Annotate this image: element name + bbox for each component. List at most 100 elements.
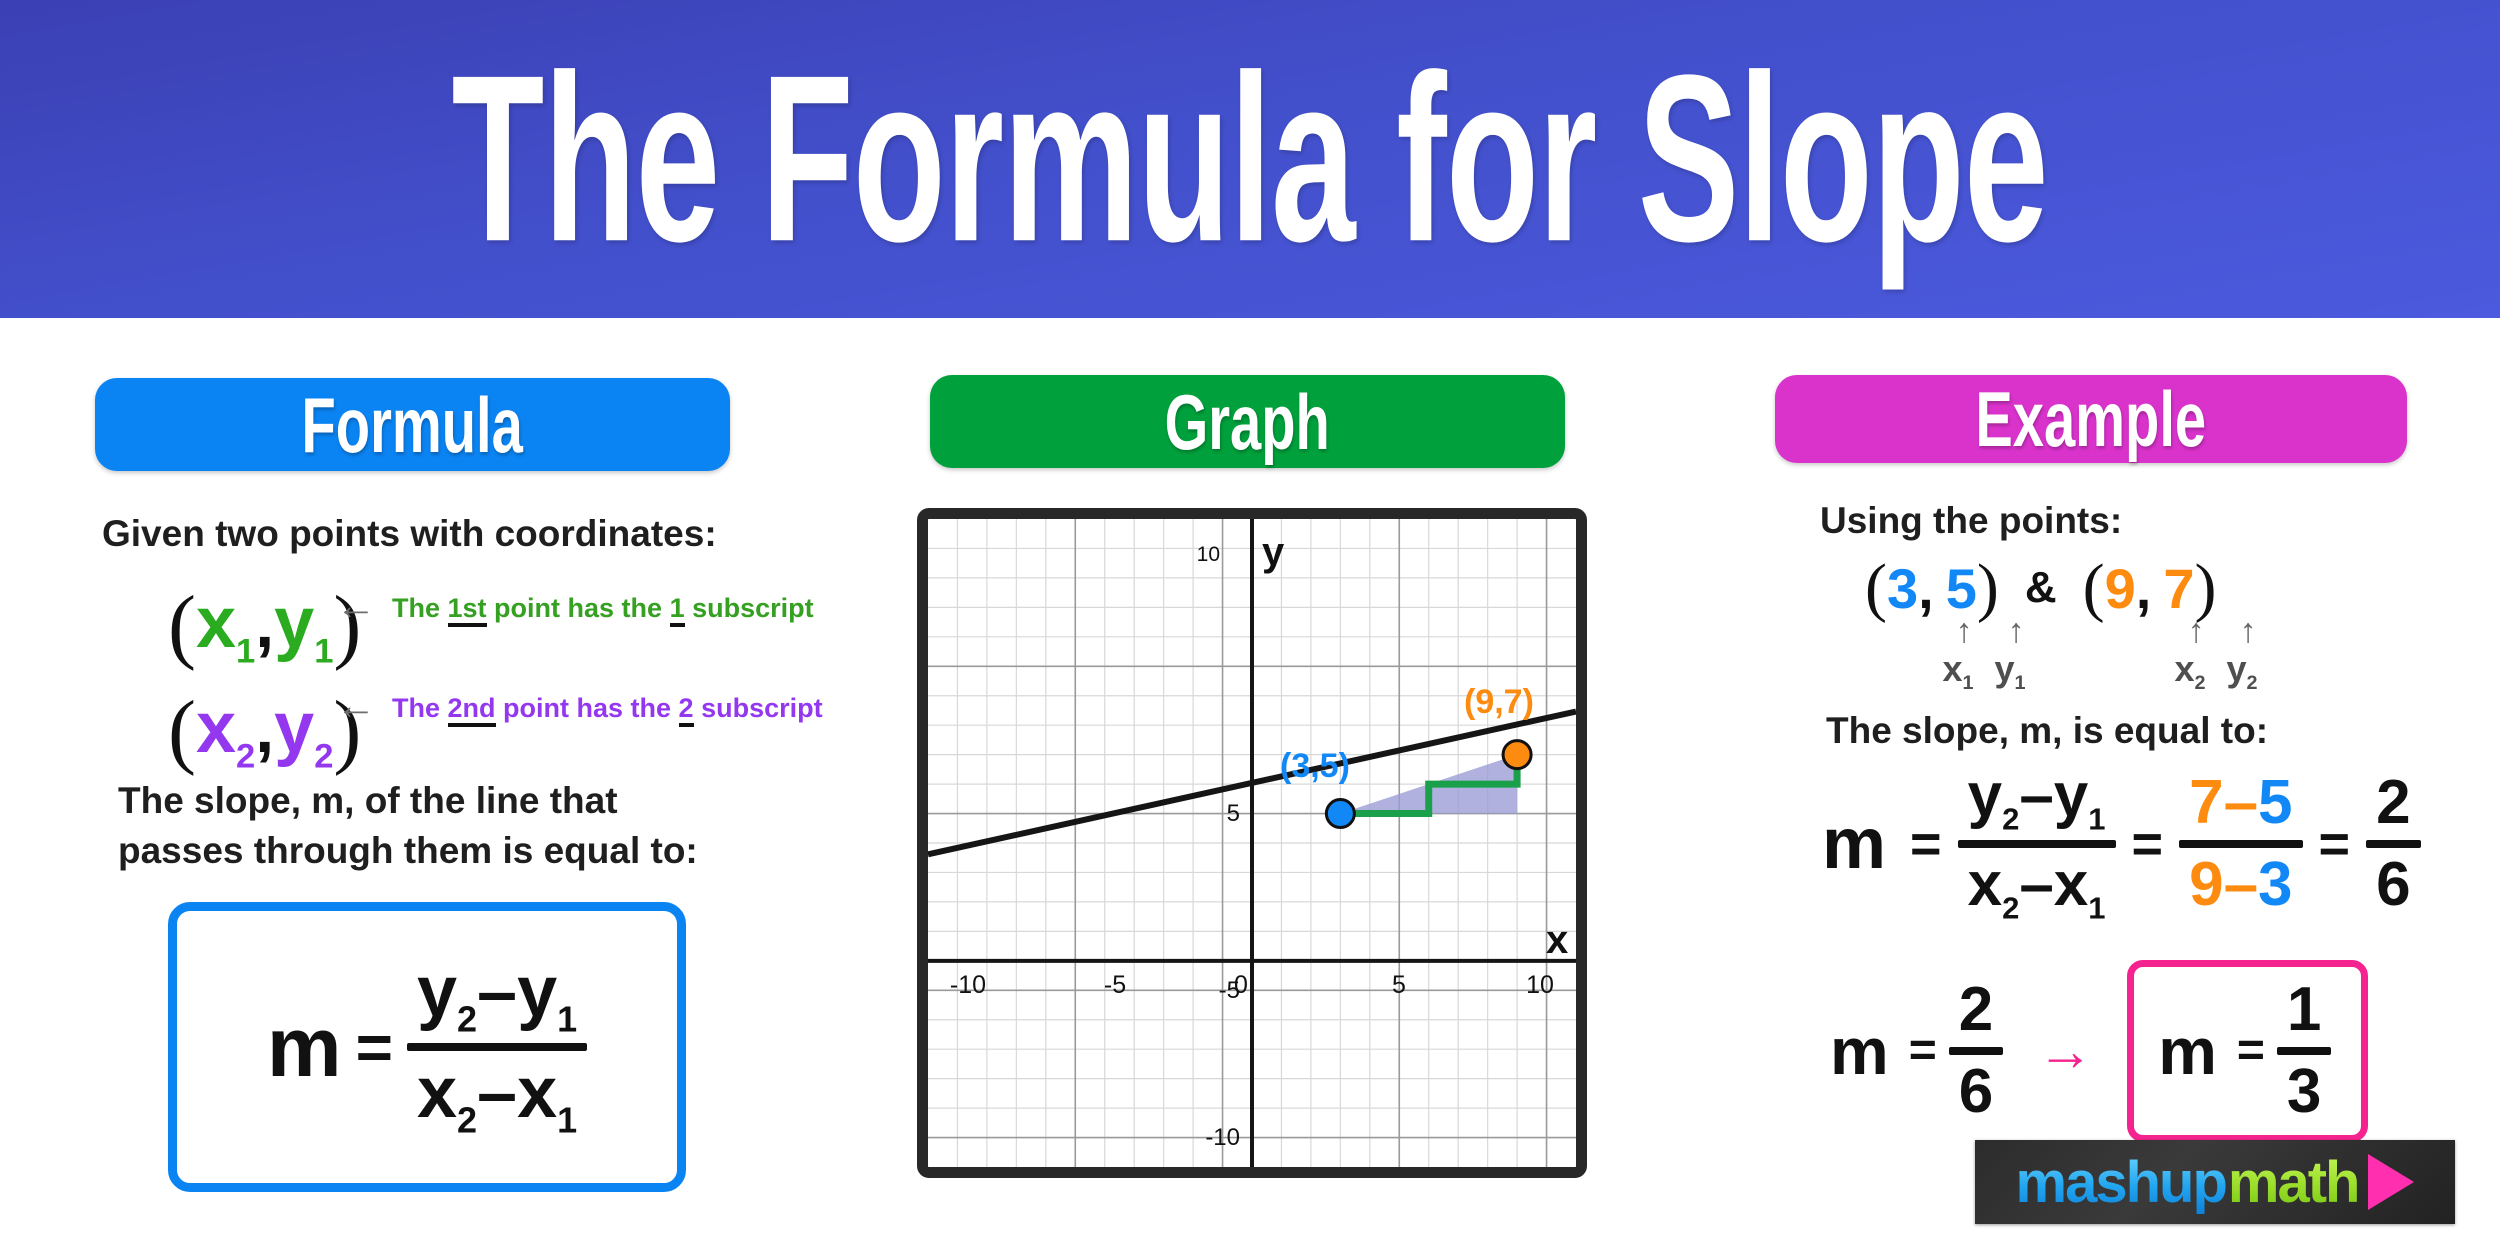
right-arrow-icon: →: [2037, 1019, 2094, 1082]
final-answer-box: m = 1 3: [2127, 960, 2369, 1142]
point-label-a: (3,5): [1280, 747, 1350, 785]
using-points-label: Using the points:: [1820, 500, 2123, 541]
label-y2: y2: [2226, 648, 2258, 695]
reduced-denominator: 6: [2376, 850, 2411, 920]
variable-y2: y2: [274, 688, 334, 776]
up-arrow-icon-x2: ↑: [2187, 612, 2205, 650]
mashup-math-logo[interactable]: mashup math: [1975, 1140, 2455, 1224]
variable-x1: x1: [195, 583, 256, 671]
final-left-equation: m = 2 6: [1830, 975, 2004, 1126]
label-x1: x1: [1942, 648, 1974, 695]
final-lhs: m: [1830, 1014, 1889, 1088]
up-arrow-icon-x1: ↑: [1955, 612, 1973, 650]
coordinate-pair-1: (x1,y1): [168, 578, 361, 669]
left-arrow-icon: ←: [336, 584, 376, 628]
fraction-bar: [1957, 840, 2116, 849]
section-header-graph: Graph: [930, 375, 1565, 468]
x-tick-neg5: -5: [1104, 971, 1126, 999]
fraction-bar: [2276, 1047, 2332, 1055]
x-tick-neg10: -10: [950, 971, 986, 999]
logo-text-math: math: [2227, 1149, 2361, 1215]
symbolic-denominator: x2–x1: [1967, 850, 2106, 926]
final-numerator: 2: [1958, 975, 1994, 1044]
example-main-equation: m = y2–y1 x2–x1 = 7–5 9–3 = 2 6: [1822, 765, 2421, 924]
variable-x2: x2: [195, 688, 256, 776]
up-arrow-icon-y2: ↑: [2239, 612, 2257, 650]
slope-description-line-1: The slope, m, of the line that: [118, 780, 618, 821]
left-arrow-icon: ←: [336, 684, 376, 728]
section-header-formula: Formula: [95, 378, 730, 471]
equals-sign-3: =: [2318, 814, 2351, 875]
fraction-bar: [1948, 1047, 2004, 1055]
answer-denominator: 3: [2286, 1057, 2322, 1126]
x-tick-5: 5: [1392, 971, 1406, 999]
variable-labels-point-1: x1 y1: [1932, 648, 2036, 695]
up-arrows-point-2: ↑ ↑: [2170, 612, 2274, 651]
ampersand: &: [2024, 563, 2057, 612]
numeric-denominator: 9–3: [2189, 850, 2293, 920]
given-points-label: Given two points with coordinates:: [102, 513, 717, 554]
coordinate-graph: 10 5 -5 -10 -10 -5 0 5 10 y x (3,5) (9,7…: [917, 508, 1587, 1178]
point-marker-b: [1501, 739, 1533, 771]
paren-open-2: (: [2082, 551, 2105, 624]
x-tick-0: 0: [1234, 971, 1248, 999]
answer-numerator: 1: [2286, 975, 2322, 1044]
section-header-example-label: Example: [1975, 375, 2207, 463]
subscript-note-1-text: The 1st point has the 1 subscript: [392, 592, 814, 627]
comma: ,: [255, 586, 275, 662]
y-tick-10: 10: [1197, 543, 1220, 566]
fraction-bar: [2179, 840, 2303, 849]
up-arrows-point-1: ↑ ↑: [1938, 612, 2042, 651]
section-header-example: Example: [1775, 375, 2407, 463]
paren-open: (: [168, 579, 196, 672]
variable-y1: y1: [274, 583, 334, 671]
label-x2: x2: [2174, 648, 2206, 695]
slope-formula-equation: m = y2–y1 x2–x1: [266, 956, 588, 1141]
answer-fraction: 1 3: [2276, 975, 2332, 1126]
variable-labels-point-2: x2 y2: [2164, 648, 2268, 695]
slope-description-line-2: passes through them is equal to:: [118, 830, 698, 871]
numeric-fraction: 7–5 9–3: [2179, 768, 2303, 920]
section-header-graph-label: Graph: [1164, 377, 1331, 466]
comma: ,: [255, 691, 275, 767]
final-fraction: 2 6: [1948, 975, 2004, 1126]
y-axis-label: y: [1262, 530, 1285, 574]
reduced-fraction: 2 6: [2366, 768, 2421, 920]
slope-formula-box: m = y2–y1 x2–x1: [168, 902, 686, 1192]
up-arrow-icon-y1: ↑: [2007, 612, 2025, 650]
final-answer-row: m = 2 6 → m = 1 3: [1830, 960, 2369, 1142]
final-denominator: 6: [1958, 1057, 1994, 1126]
symbolic-fraction: y2–y1 x2–x1: [1957, 761, 2116, 926]
symbolic-numerator: y2–y1: [1967, 761, 2106, 837]
paren-open: (: [168, 684, 196, 777]
header-banner: The Formula for Slope: [0, 0, 2500, 318]
formula-lhs: m: [266, 1000, 342, 1094]
graph-svg: 10 5 -5 -10 -10 -5 0 5 10 y x (3,5) (9,7…: [928, 519, 1576, 1167]
formula-denominator: x2–x1: [416, 1053, 578, 1141]
numeric-numerator: 7–5: [2189, 768, 2293, 838]
play-triangle-icon: [2368, 1154, 2415, 1210]
equals-sign: =: [1908, 1024, 1937, 1077]
answer-lhs: m: [2158, 1014, 2217, 1088]
subscript-note-2-text: The 2nd point has the 2 subscript: [392, 692, 823, 727]
subscript-note-1: ← The 1st point has the 1 subscript: [336, 584, 814, 628]
coordinate-pair-2: (x2,y2): [168, 683, 361, 774]
y-tick-5: 5: [1227, 800, 1240, 827]
example-x2-value: 9: [2104, 556, 2136, 620]
equals-sign: =: [355, 1011, 393, 1083]
page-title: The Formula for Slope: [451, 26, 2049, 292]
slope-is-equal-label: The slope, m, is equal to:: [1826, 710, 2269, 751]
logo-text-mashup: mashup: [2015, 1149, 2228, 1215]
answer-equation: m = 1 3: [2158, 975, 2332, 1126]
point-marker-a: [1324, 798, 1356, 830]
example-y2-value: 7: [2163, 556, 2195, 620]
fraction-bar: [406, 1043, 588, 1051]
fraction-bar: [2366, 840, 2421, 849]
label-y1: y1: [1994, 648, 2026, 695]
x-tick-10: 10: [1526, 971, 1554, 999]
subscript-note-2: ← The 2nd point has the 2 subscript: [336, 684, 823, 728]
comma-1: ,: [1918, 556, 1934, 620]
example-x1-value: 3: [1886, 556, 1919, 620]
reduced-numerator: 2: [2376, 768, 2411, 838]
section-header-formula-label: Formula: [301, 380, 524, 469]
